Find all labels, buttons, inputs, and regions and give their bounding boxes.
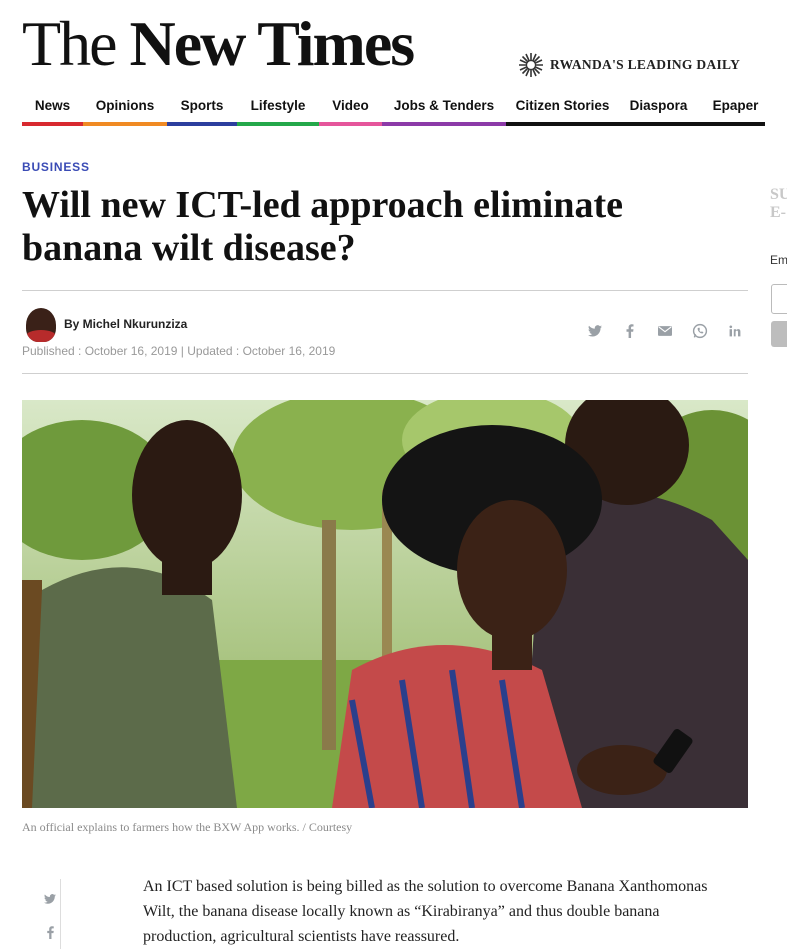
- article-photo[interactable]: [22, 400, 748, 808]
- facebook-icon[interactable]: [612, 322, 647, 340]
- sidebar-heading: SU E-: [770, 186, 787, 222]
- article-title: Will new ICT-led approach eliminate bana…: [22, 184, 624, 269]
- twitter-icon[interactable]: [577, 322, 612, 340]
- sidebar-email-label: Em: [770, 253, 787, 267]
- logo-new-times: New Times: [129, 8, 416, 79]
- divider-top: [22, 290, 748, 291]
- whatsapp-icon[interactable]: [682, 322, 717, 340]
- nav-item-citizen-stories[interactable]: Citizen Stories: [506, 96, 619, 118]
- nav-item-opinions[interactable]: Opinions: [83, 96, 167, 118]
- tagline-block: RWANDA'S LEADING DAILY: [518, 52, 740, 78]
- publish-dates: Published : October 16, 2019 | Updated :…: [22, 344, 336, 358]
- tagline: RWANDA'S LEADING DAILY: [550, 57, 741, 72]
- sidebar-email-input[interactable]: [771, 284, 787, 314]
- logo-the: The: [22, 8, 117, 79]
- nav-underline-2: [167, 122, 237, 126]
- nav-underline-5: [382, 122, 506, 126]
- nav-underline-7: [619, 122, 698, 126]
- author-avatar[interactable]: [26, 308, 56, 342]
- nav-item-news[interactable]: News: [22, 96, 83, 118]
- sidebar-heading-line1: SU: [770, 186, 787, 203]
- vertical-share-bar: [42, 879, 61, 949]
- nav-item-epaper[interactable]: Epaper: [698, 96, 773, 118]
- nav-item-sports[interactable]: Sports: [167, 96, 237, 118]
- sunburst-icon: [519, 53, 543, 77]
- category-label[interactable]: BUSINESS: [22, 160, 90, 174]
- linkedin-icon[interactable]: [717, 322, 752, 340]
- photo-caption: An official explains to farmers how the …: [22, 820, 353, 834]
- nav-underline-0: [22, 122, 83, 126]
- masthead-logo[interactable]: The New Times: [22, 6, 416, 82]
- nav-underline-4: [319, 122, 382, 126]
- nav-underline-8: [698, 122, 765, 126]
- share-bar: [577, 322, 752, 340]
- article-lede: An ICT based solution is being billed as…: [143, 878, 708, 945]
- divider-bottom: [22, 373, 748, 374]
- sidebar-subscribe-button[interactable]: [771, 321, 787, 347]
- twitter-icon[interactable]: [42, 891, 58, 909]
- main-nav: News Opinions Sports Lifestyle Video Jobs & T…: [22, 96, 787, 118]
- nav-item-diaspora[interactable]: Diaspora: [619, 96, 698, 118]
- nav-underline-3: [237, 122, 319, 126]
- sidebar-heading-line2: E-: [770, 204, 786, 221]
- nav-item-lifestyle[interactable]: Lifestyle: [237, 96, 319, 118]
- nav-item-video[interactable]: Video: [319, 96, 382, 118]
- facebook-icon[interactable]: [42, 926, 58, 944]
- email-icon[interactable]: [647, 322, 682, 340]
- nav-item-jobs-tenders[interactable]: Jobs & Tenders: [382, 96, 506, 118]
- nav-underline-6: [506, 122, 619, 126]
- author-byline[interactable]: By Michel Nkurunziza: [64, 317, 187, 331]
- nav-underline-1: [83, 122, 167, 126]
